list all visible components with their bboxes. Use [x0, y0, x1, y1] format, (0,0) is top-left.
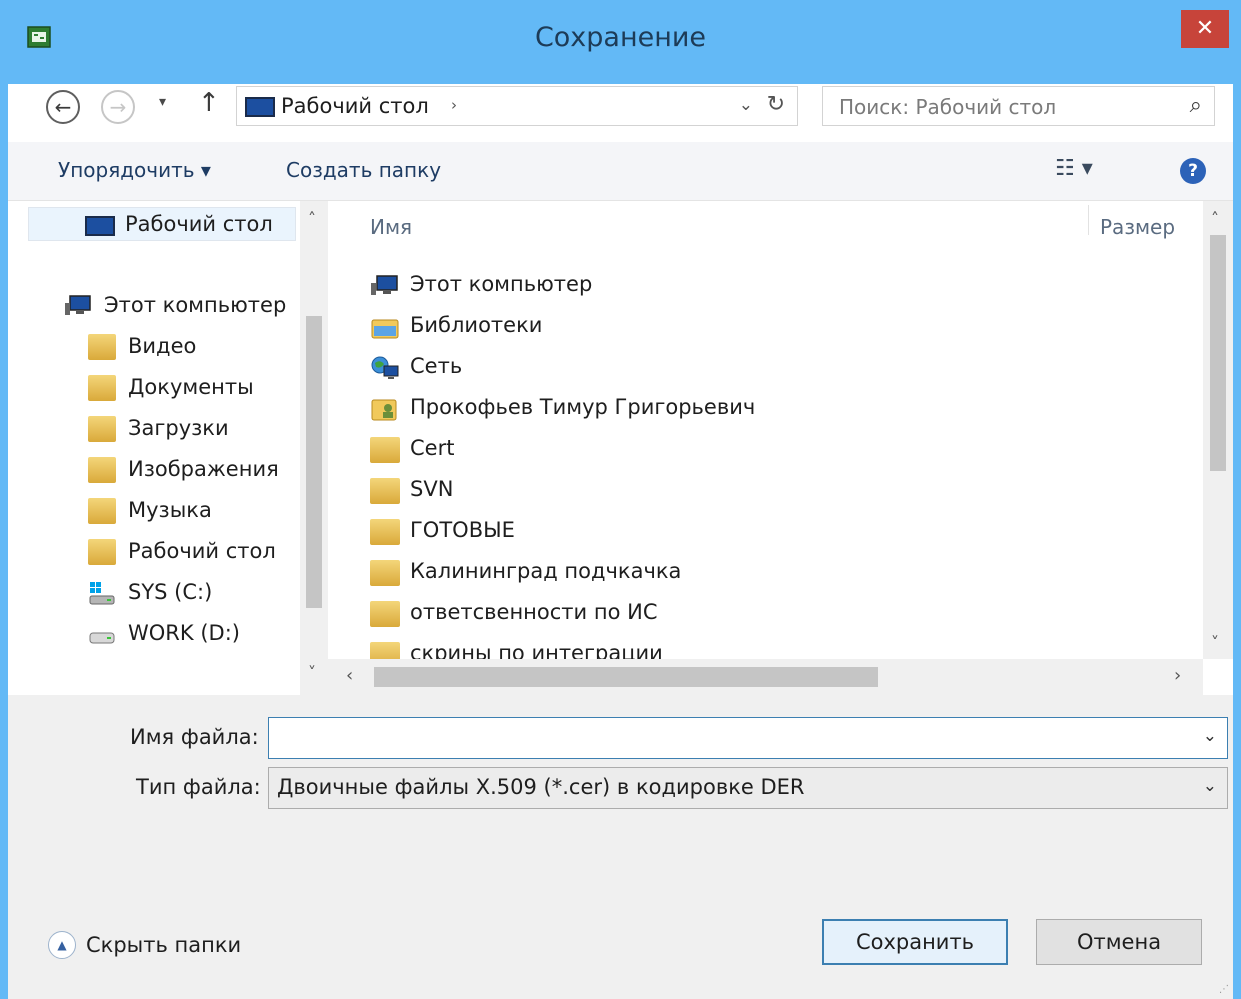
list-item-label: Этот компьютер	[410, 272, 593, 296]
resize-grip-icon[interactable]: ⋰	[1219, 984, 1229, 995]
cancel-button[interactable]: Отмена	[1036, 919, 1202, 965]
scroll-up-icon[interactable]: ˄	[308, 209, 316, 228]
chevron-down-icon[interactable]: ⌄	[1203, 776, 1217, 796]
filetype-select[interactable]: Двоичные файлы X.509 (*.cer) в кодировке…	[268, 767, 1228, 809]
organize-button[interactable]: Упорядочить ▾	[58, 158, 211, 182]
folder-icon	[370, 519, 400, 545]
scrollbar-thumb[interactable]	[374, 667, 878, 687]
system-drive-icon	[89, 582, 115, 605]
list-item-label: Прокофьев Тимур Григорьевич	[410, 395, 756, 419]
recent-locations-icon[interactable]: ▾	[159, 94, 166, 110]
window-title: Сохранение	[534, 22, 707, 53]
nav-item-label: Видео	[128, 334, 197, 358]
scroll-up-icon[interactable]: ˄	[1211, 209, 1219, 228]
filetype-label: Тип файла:	[136, 775, 261, 799]
address-bar[interactable]: Рабочий стол › ⌄ ↻	[236, 86, 798, 126]
collapse-icon[interactable]: ▲	[48, 931, 76, 959]
save-dialog: Сохранение ✕ ← → ▾ ↑ Рабочий стол › ⌄ ↻ …	[0, 0, 1241, 999]
nav-item-label: Музыка	[128, 498, 212, 522]
folder-icon	[370, 601, 400, 627]
filelist-vertical-scrollbar[interactable]: ˄ ˅	[1203, 201, 1233, 659]
nav-item-label: Загрузки	[128, 416, 229, 440]
list-item-label: SVN	[410, 477, 454, 501]
back-button[interactable]: ←	[46, 90, 80, 124]
user-folder-icon	[371, 399, 397, 421]
list-item-label: ответсвенности по ИС	[410, 600, 658, 624]
scroll-down-icon[interactable]: ˅	[1211, 633, 1219, 652]
refresh-icon[interactable]: ↻	[767, 92, 785, 117]
nav-item-label: Документы	[128, 375, 254, 399]
search-placeholder: Поиск: Рабочий стол	[839, 95, 1057, 119]
column-header-size[interactable]: Размер	[1100, 215, 1175, 239]
column-divider[interactable]	[1088, 205, 1089, 235]
videos-folder-icon	[88, 334, 116, 360]
drive-icon	[89, 632, 115, 644]
desktop-icon	[245, 97, 275, 117]
search-icon[interactable]: ⌕	[1190, 93, 1202, 118]
network-icon	[371, 356, 399, 379]
filename-label: Имя файла:	[130, 725, 259, 749]
address-dropdown-icon[interactable]: ⌄	[739, 95, 753, 115]
command-bar: Упорядочить ▾ Создать папку ☷ ▾ ?	[8, 142, 1233, 201]
dialog-footer: Имя файла: ⌄ Тип файла: Двоичные файлы X…	[8, 695, 1233, 999]
desktop-icon	[85, 216, 115, 236]
list-item-label: Сеть	[410, 354, 463, 378]
filelist-horizontal-scrollbar[interactable]: ‹ ›	[328, 659, 1203, 695]
nav-item-label: Рабочий стол	[128, 539, 276, 563]
desktop-folder-icon	[88, 539, 116, 565]
close-button[interactable]: ✕	[1181, 10, 1229, 48]
help-icon[interactable]: ?	[1180, 158, 1206, 184]
nav-item-label: Рабочий стол	[125, 212, 273, 236]
address-text[interactable]: Рабочий стол	[281, 94, 429, 118]
computer-icon	[371, 275, 398, 295]
music-folder-icon	[88, 498, 116, 524]
scroll-right-icon[interactable]: ›	[1174, 665, 1181, 686]
column-header-name[interactable]: Имя	[370, 215, 412, 239]
nav-item-desktop-top[interactable]: Рабочий стол	[28, 207, 296, 241]
list-item-label: ГОТОВЫЕ	[410, 518, 515, 542]
nav-item-label: SYS (C:)	[128, 580, 213, 604]
save-button[interactable]: Сохранить	[822, 919, 1008, 965]
navigation-bar: ← → ▾ ↑ Рабочий стол › ⌄ ↻ Поиск: Рабочи…	[8, 84, 1233, 142]
scrollbar-thumb[interactable]	[306, 316, 322, 608]
folder-icon	[370, 478, 400, 504]
filename-input[interactable]: ⌄	[268, 717, 1228, 759]
folder-icon	[370, 437, 400, 463]
hide-folders-label[interactable]: Скрыть папки	[86, 933, 241, 957]
nav-item-label: WORK (D:)	[128, 621, 240, 645]
libraries-icon	[371, 319, 399, 339]
list-item-label: Cert	[410, 436, 455, 460]
scrollbar-thumb[interactable]	[1210, 235, 1226, 471]
search-input[interactable]: Поиск: Рабочий стол ⌕	[822, 86, 1215, 126]
view-options-icon[interactable]: ☷ ▾	[1055, 156, 1093, 181]
navigation-pane: Рабочий стол Этот компьютер Видео Докуме…	[8, 201, 328, 695]
computer-icon	[65, 295, 91, 315]
downloads-folder-icon	[88, 416, 116, 442]
scroll-left-icon[interactable]: ‹	[346, 665, 353, 686]
nav-item-label: Этот компьютер	[104, 293, 287, 317]
nav-item-label: Изображения	[128, 457, 279, 481]
filetype-value[interactable]: Двоичные файлы X.509 (*.cer) в кодировке…	[277, 775, 805, 799]
list-item-label: Калининград подчкачка	[410, 559, 682, 583]
forward-button[interactable]: →	[101, 90, 135, 124]
file-list: Имя Размер Этот компьютер Библиотеки Сет…	[328, 201, 1233, 695]
new-folder-button[interactable]: Создать папку	[286, 158, 441, 182]
documents-folder-icon	[88, 375, 116, 401]
up-button[interactable]: ↑	[198, 88, 220, 118]
folder-icon	[370, 560, 400, 586]
navpane-scrollbar[interactable]: ˄ ˅	[300, 201, 328, 695]
chevron-down-icon[interactable]: ⌄	[1203, 726, 1217, 746]
title-bar[interactable]: Сохранение ✕	[0, 0, 1241, 84]
list-item-label: Библиотеки	[410, 313, 543, 337]
breadcrumb-chevron-icon[interactable]: ›	[451, 96, 457, 114]
pictures-folder-icon	[88, 457, 116, 483]
scroll-down-icon[interactable]: ˅	[308, 663, 316, 682]
